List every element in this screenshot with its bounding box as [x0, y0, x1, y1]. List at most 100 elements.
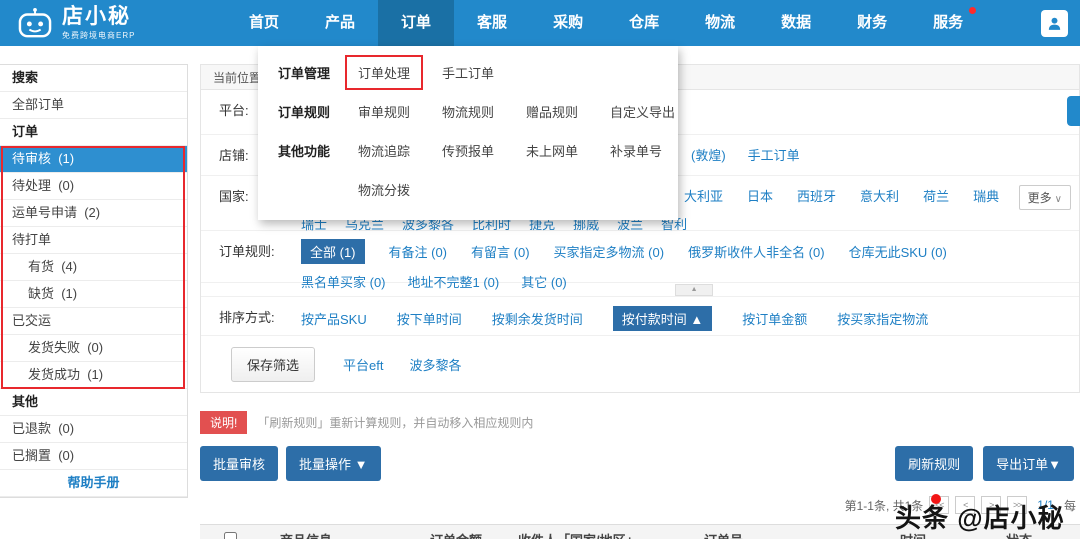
menu-item-custom-export[interactable]: 自定义导出 [610, 102, 694, 121]
rule-filter-link[interactable]: 有留言 (0) [471, 242, 530, 261]
sidebar-item-on-hold[interactable]: 已搁置 (0) [0, 443, 187, 470]
sort-option-link[interactable]: 按产品SKU [301, 309, 367, 328]
column-order-amount[interactable]: 订单金额 [408, 530, 496, 539]
menu-item-manual-order[interactable]: 手工订单 [442, 63, 526, 82]
save-filter-button[interactable]: 保存筛选 [231, 346, 316, 382]
nav-customer-service[interactable]: 客服 [454, 0, 530, 46]
collapse-filters-button[interactable]: ▲ [675, 284, 714, 296]
rule-filter-link[interactable]: 买家指定多物流 (0) [554, 242, 665, 261]
menu-item-review-rules[interactable]: 审单规则 [358, 102, 442, 121]
app-logo[interactable]: 店小秘 免费跨境电商ERP [0, 6, 200, 41]
main-nav: 首页 产品 订单 客服 采购 仓库 物流 数据 财务 服务 [226, 0, 986, 46]
export-orders-button[interactable]: 导出订单▼ [983, 446, 1074, 481]
rule-filter-link[interactable]: 有备注 (0) [389, 242, 448, 261]
country-filter-link[interactable]: 意大利 [860, 186, 899, 205]
menu-item-supplement-tracking-number[interactable]: 补录单号 [610, 141, 694, 160]
sidebar-item-waybill-request[interactable]: 运单号申请 (2) [0, 200, 187, 227]
orders-menu-row-management: 订单管理 订单处理 手工订单 [258, 53, 678, 92]
nav-logistics[interactable]: 物流 [682, 0, 758, 46]
orders-menu-row-other: 其他功能 物流追踪 传预报单 未上网单 补录单号 [258, 131, 678, 170]
shop-filter-link[interactable]: (敦煌) [691, 145, 726, 164]
sidebar-section-other: 其他 [0, 389, 187, 416]
filter-row-sort: 排序方式: 按产品SKU 按下单时间 按剩余发货时间 按付款时间 ▲ 按订单金额… [201, 297, 1079, 336]
chevron-down-icon: ∨ [1054, 194, 1062, 205]
rule-filter-all-selected[interactable]: 全部 (1) [301, 239, 365, 264]
menu-item-logistics-rules[interactable]: 物流规则 [442, 102, 526, 121]
sidebar-item-to-print[interactable]: 待打单 [0, 227, 187, 254]
sort-option-link[interactable]: 按剩余发货时间 [492, 309, 583, 328]
menu-item-gift-rules[interactable]: 赠品规则 [526, 102, 610, 121]
watermark-text: 头条 @店小秘 [895, 503, 1065, 533]
watermark: 头条 @店小秘 [895, 494, 1065, 535]
country-filter-link[interactable]: 西班牙 [797, 186, 836, 205]
sidebar-item-pending-review[interactable]: 待审核 (1) [0, 146, 187, 173]
select-all-checkbox[interactable] [224, 531, 237, 539]
saved-filter-link[interactable]: 波多黎各 [409, 355, 461, 374]
orders-menu-row-other-2: 物流分拨 [258, 170, 678, 209]
nav-services-label: 服务 [933, 14, 964, 31]
notice-badge: 说明! [200, 411, 248, 434]
breadcrumb-label: 当前位置 [213, 71, 262, 85]
sidebar-section-orders: 订单 [0, 119, 187, 146]
top-navbar: 店小秘 免费跨境电商ERP 首页 产品 订单 客服 采购 仓库 物流 数据 财务… [0, 0, 1080, 46]
menu-item-logistics-dispatch[interactable]: 物流分拨 [358, 180, 442, 199]
logo-title: 店小秘 [62, 4, 131, 28]
country-filter-link[interactable]: 日本 [747, 186, 773, 205]
orders-menu-dropdown: 订单管理 订单处理 手工订单 订单规则 审单规则 物流规则 赠品规则 自定义导出… [258, 46, 678, 220]
column-product-info[interactable]: 商品信息 [258, 530, 408, 539]
batch-operations-button[interactable]: 批量操作 ▼ [286, 446, 381, 481]
per-page-label: 每 [1063, 498, 1076, 513]
sidebar: 搜索 全部订单 订单 待审核 (1) 待处理 (0) 运单号申请 (2) 待打单… [0, 64, 188, 498]
column-order-number[interactable]: 订单号 [682, 530, 878, 539]
watermark-red-dot [931, 494, 941, 504]
orders-menu-row-rules: 订单规则 审单规则 物流规则 赠品规则 自定义导出 [258, 92, 678, 131]
nav-data[interactable]: 数据 [758, 0, 834, 46]
sidebar-item-shipped[interactable]: 已交运 [0, 308, 187, 335]
rule-filter-link[interactable]: 仓库无此SKU (0) [849, 242, 947, 261]
sidebar-item-out-of-stock[interactable]: 缺货 (1) [0, 281, 187, 308]
sidebar-item-in-stock[interactable]: 有货 (4) [0, 254, 187, 281]
nav-products[interactable]: 产品 [302, 0, 378, 46]
menu-item-order-processing[interactable]: 订单处理 [345, 55, 442, 90]
column-receiver-country[interactable]: 收件人「国家/地区」 [496, 530, 682, 539]
nav-services[interactable]: 服务 [910, 0, 986, 46]
nav-purchase[interactable]: 采购 [530, 0, 606, 46]
sort-option-link[interactable]: 按订单金额 [742, 309, 807, 328]
more-label: 更多 [1027, 191, 1052, 205]
user-avatar-button[interactable] [1041, 9, 1068, 37]
refresh-rules-button[interactable]: 刷新规则 [895, 446, 974, 481]
menu-item-not-online[interactable]: 未上网单 [526, 141, 610, 160]
nav-home[interactable]: 首页 [226, 0, 302, 46]
notification-dot [969, 7, 977, 14]
batch-review-button[interactable]: 批量审核 [200, 446, 279, 481]
menu-item-pre-advice[interactable]: 传预报单 [442, 141, 526, 160]
sidebar-item-ship-success[interactable]: 发货成功 (1) [0, 362, 187, 389]
collapse-row: ▲ [201, 283, 1079, 297]
shop-filter-manual-order[interactable]: 手工订单 [748, 145, 800, 164]
sidebar-item-ship-failed[interactable]: 发货失败 (0) [0, 335, 187, 362]
menu-item-logistics-tracking[interactable]: 物流追踪 [358, 141, 442, 160]
country-filter-link[interactable]: 瑞典 [973, 186, 999, 205]
filter-row-order-rules: 订单规则: 全部 (1) 有备注 (0) 有留言 (0) 买家指定多物流 (0)… [201, 231, 1079, 290]
app-window: 店小秘 免费跨境电商ERP 首页 产品 订单 客服 采购 仓库 物流 数据 财务… [0, 0, 1080, 539]
nav-finance[interactable]: 财务 [834, 0, 910, 46]
menu-group-other-functions: 其他功能 [278, 144, 331, 159]
sort-option-payment-time-selected[interactable]: 按付款时间 ▲ [612, 306, 713, 331]
country-filter-link[interactable]: 大利亚 [684, 186, 723, 205]
more-countries-button[interactable]: 更多 ∨ [1018, 185, 1071, 210]
sidebar-item-all-orders[interactable]: 全部订单 [0, 92, 187, 119]
sidebar-item-pending-process[interactable]: 待处理 (0) [0, 173, 187, 200]
country-filter-link[interactable]: 荷兰 [923, 186, 949, 205]
nav-orders[interactable]: 订单 [378, 0, 455, 46]
saved-filter-link[interactable]: 平台eft [343, 355, 383, 374]
robot-logo-icon [18, 7, 52, 38]
help-manual-link[interactable]: 帮助手册 [0, 470, 187, 497]
toolbar: 批量审核 批量操作 ▼ 刷新规则 导出订单▼ [200, 446, 1080, 481]
annotation-box-order-processing: 订单处理 [345, 55, 424, 90]
sort-option-link[interactable]: 按买家指定物流 [837, 309, 928, 328]
floating-side-tab[interactable] [1067, 96, 1080, 126]
sort-option-link[interactable]: 按下单时间 [397, 309, 462, 328]
rule-filter-link[interactable]: 俄罗斯收件人非全名 (0) [688, 242, 825, 261]
sidebar-item-refunded[interactable]: 已退款 (0) [0, 416, 187, 443]
nav-warehouse[interactable]: 仓库 [606, 0, 682, 46]
